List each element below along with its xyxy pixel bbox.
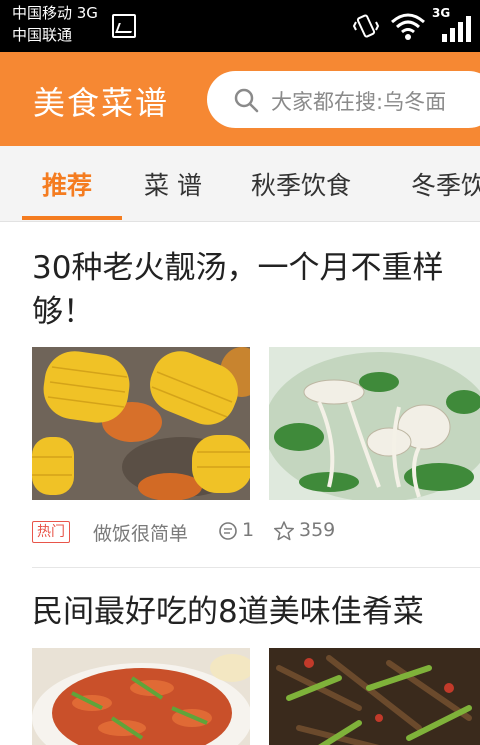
card-title-line2[interactable]: 够！ — [32, 290, 94, 334]
app-header: 美食菜谱 大家都在搜:乌冬面 — [0, 52, 480, 146]
gallery-notification-icon — [112, 14, 136, 38]
comment-count: 1 — [242, 519, 255, 541]
search-placeholder: 大家都在搜:乌冬面 — [271, 90, 447, 114]
fried-shrimp-dish-photo[interactable] — [32, 648, 250, 745]
corn-carrot-soup-photo[interactable] — [32, 347, 250, 500]
recipe-feed: 30种老火靓汤，一个月不重样 够！ 热门 做饭很简单 1 359 民间最好吃的8… — [0, 222, 480, 745]
stir-fried-vegetable-dish-photo[interactable] — [269, 648, 480, 745]
mushroom-greens-soup-photo[interactable] — [269, 347, 480, 500]
tab-autumn-diet[interactable]: 秋季饮食 — [251, 166, 351, 202]
status-bar: 中国移动 3G 中国联通 3G — [0, 0, 480, 52]
tab-recommended[interactable]: 推荐 — [42, 166, 92, 202]
card-meta: 热门 做饭很简单 1 359 — [32, 519, 472, 545]
active-tab-indicator — [22, 216, 122, 220]
search-bar[interactable]: 大家都在搜:乌冬面 — [207, 71, 480, 128]
star-icon[interactable] — [273, 520, 295, 542]
carrier-secondary: 中国联通 — [12, 26, 73, 44]
wifi-icon — [391, 13, 425, 40]
search-icon — [234, 88, 259, 113]
app-title: 美食菜谱 — [33, 84, 170, 122]
hot-badge: 热门 — [32, 521, 70, 543]
tab-recipes[interactable]: 菜 谱 — [144, 166, 202, 202]
carrier-primary: 中国移动 3G — [12, 4, 98, 22]
vibrate-icon — [352, 14, 380, 38]
comment-icon — [219, 522, 237, 540]
author-name[interactable]: 做饭很简单 — [93, 519, 188, 546]
tab-winter-diet[interactable]: 冬季饮 — [411, 166, 480, 202]
card-title-line1[interactable]: 民间最好吃的8道美味佳肴菜 — [32, 590, 424, 634]
signal-icon — [442, 16, 471, 42]
favorite-count: 359 — [299, 519, 336, 541]
card-divider — [32, 567, 480, 568]
card-title-line1[interactable]: 30种老火靓汤，一个月不重样 — [32, 246, 443, 290]
category-tabs: 推荐 菜 谱 秋季饮食 冬季饮 — [0, 146, 480, 222]
